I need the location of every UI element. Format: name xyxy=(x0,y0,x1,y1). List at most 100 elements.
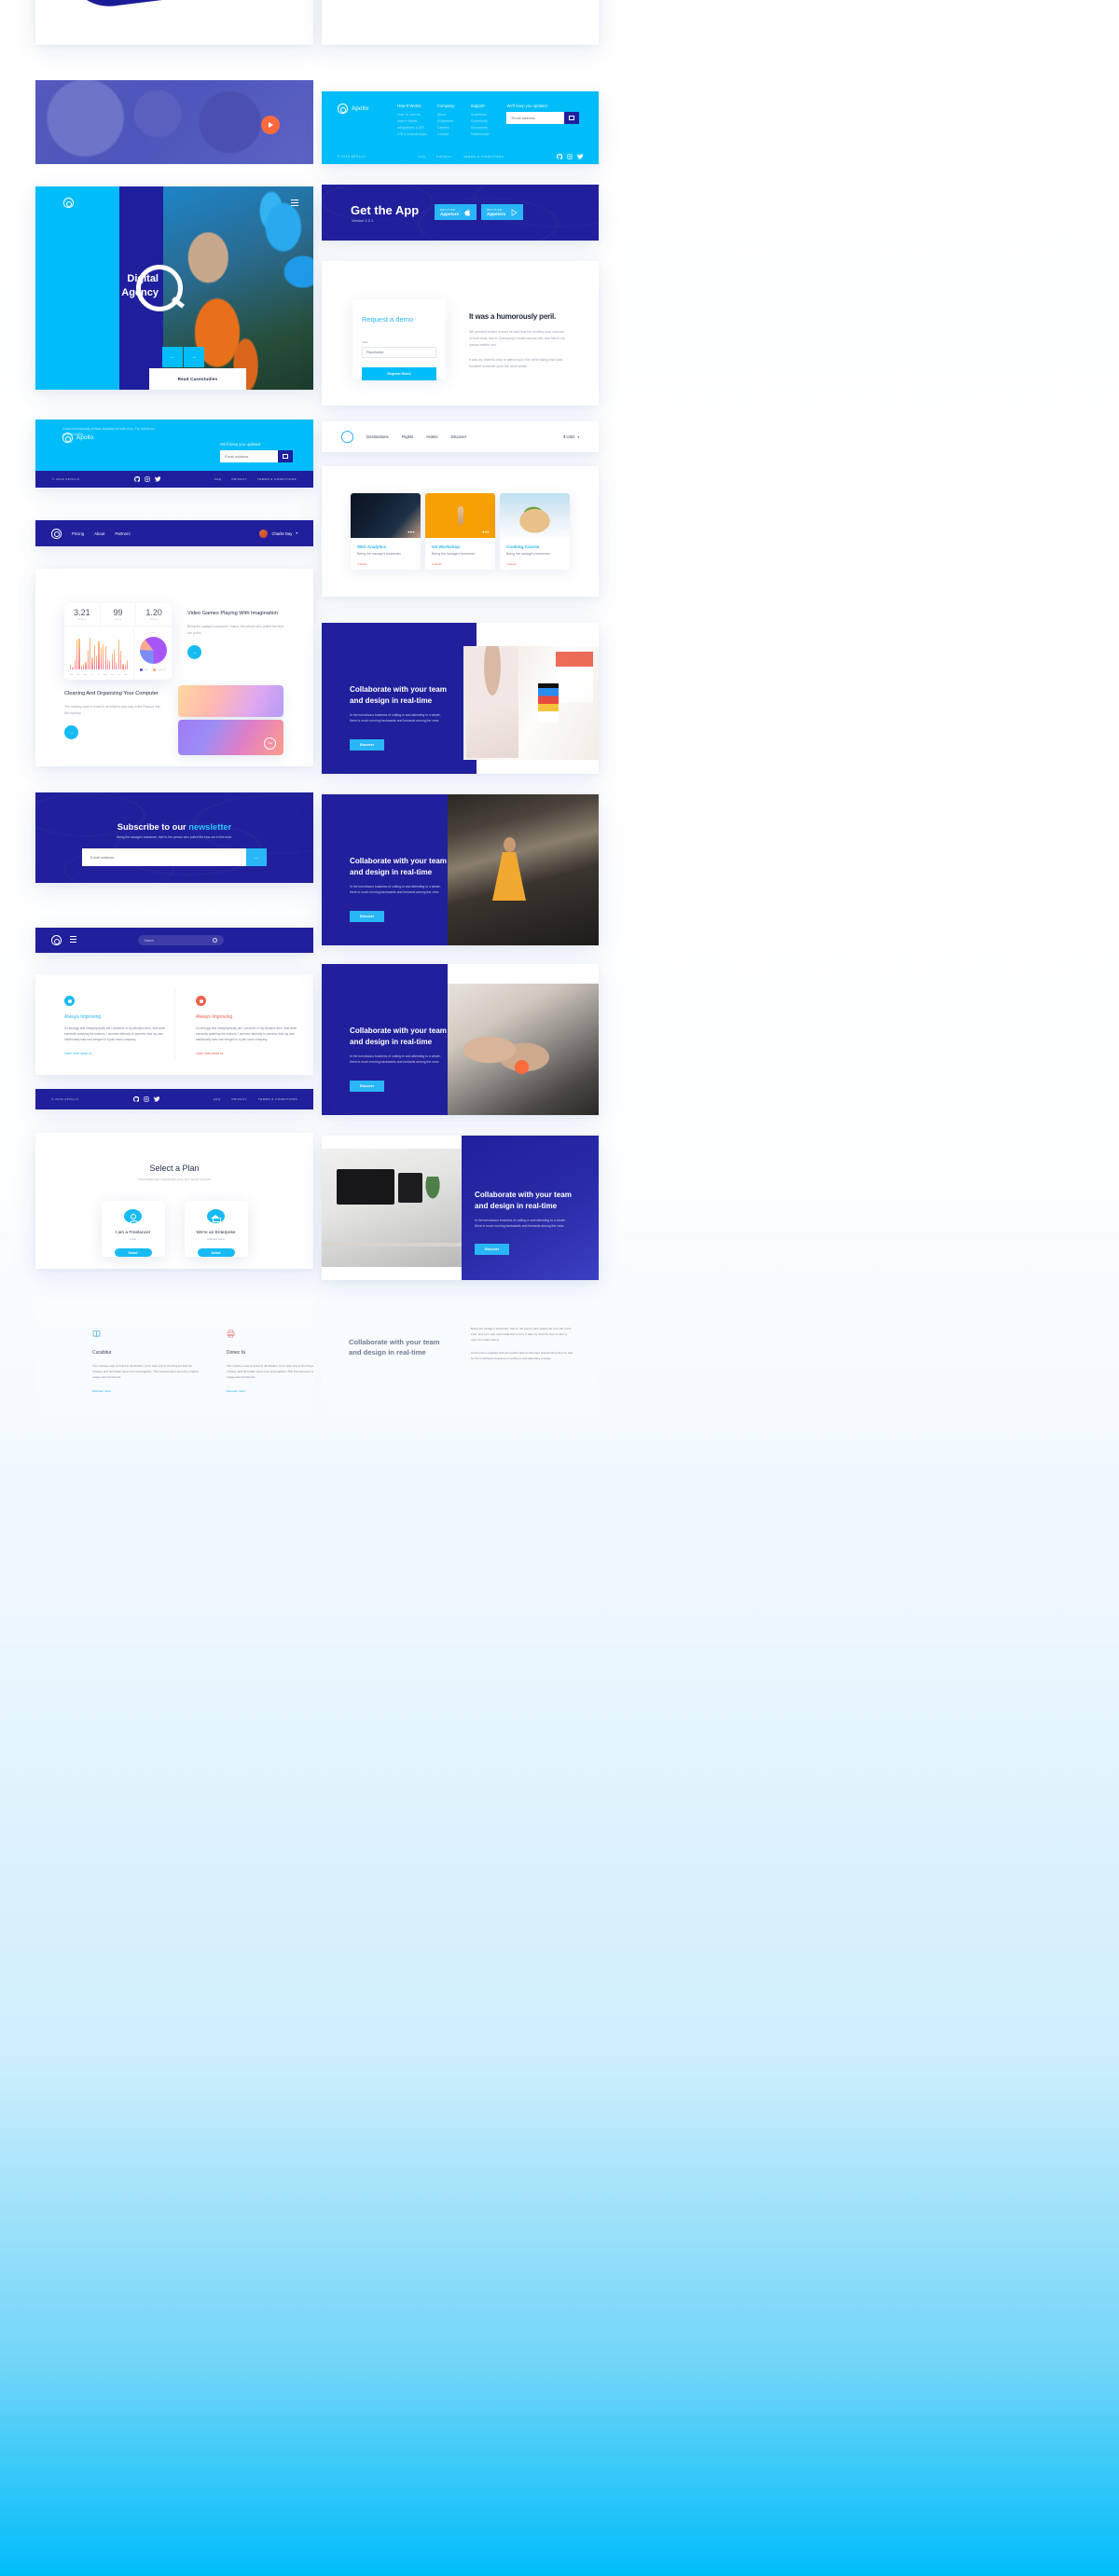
newsletter-email-input[interactable] xyxy=(506,112,565,124)
feature-link[interactable]: Learn more about us xyxy=(196,1052,223,1055)
carousel-prev-button[interactable]: ← xyxy=(162,347,183,367)
navbar-logo[interactable] xyxy=(51,528,62,539)
preview-card-collaborate-1[interactable]: Collaborate with your team and design in… xyxy=(322,623,599,774)
footer-bottom-link[interactable]: TERMS & CONDITIONS xyxy=(258,1097,297,1101)
carousel-next-button[interactable]: → xyxy=(184,347,204,367)
blog-post-1[interactable]: Video Games Playing With Imagination Bei… xyxy=(187,610,288,660)
preview-card-select-plan[interactable]: Select a Plan I have hinted that I would… xyxy=(35,1133,313,1269)
footer-link[interactable]: How To Join Us xyxy=(397,113,437,117)
preview-card-hero-digital-agency[interactable]: Digital Agency ← → Read Casestudies xyxy=(35,186,313,390)
plan-select-button[interactable]: Select xyxy=(114,1248,152,1257)
subscribe-submit-button[interactable]: → xyxy=(246,848,267,866)
nav-link-discover[interactable]: Discover xyxy=(451,434,467,439)
github-icon[interactable] xyxy=(132,1096,139,1102)
newsletter-email-input[interactable] xyxy=(220,450,278,462)
feature-link[interactable]: Learn more about us xyxy=(64,1052,91,1055)
footer-bottom-link[interactable]: PRIVACY xyxy=(232,1097,247,1101)
bottom-feature-link[interactable]: Discover more xyxy=(92,1389,111,1393)
appstore-button-apple[interactable]: GET IT ON Appstore xyxy=(435,204,477,220)
request-demo-button[interactable]: Request Demo xyxy=(362,367,436,380)
instagram-icon[interactable] xyxy=(143,1096,149,1102)
preview-card-collaborate-2[interactable]: Collaborate with your team and design in… xyxy=(322,794,599,945)
demo-input[interactable]: Placeholder xyxy=(362,347,436,358)
preview-card-dashboard-blog[interactable]: 3.21 +0.02 ▲ 99 +1.0 ▲ 1.20 +0.01 ▲ Mar A… xyxy=(35,569,313,766)
footer-bottom-link[interactable]: TERMS & CONDITIONS xyxy=(463,155,504,158)
footer-link[interactable]: iOS & Android Apps xyxy=(397,132,437,136)
preview-card-footer-cyan[interactable]: Apollo How It Works How To Join Us How I… xyxy=(322,91,599,164)
subscribe-email-input[interactable] xyxy=(82,848,246,866)
github-icon[interactable] xyxy=(133,476,140,482)
user-menu[interactable]: Charlie Day ▾ xyxy=(259,529,297,538)
footer-link[interactable]: Integrations & API xyxy=(397,126,437,130)
preview-card-collaborate-3[interactable]: Collaborate with your team and design in… xyxy=(322,964,599,1115)
blog-arrow-button[interactable]: → xyxy=(187,645,201,660)
discover-button[interactable]: Discover xyxy=(475,1244,509,1255)
preview-card-request-demo[interactable]: Request a demo Label Placeholder Request… xyxy=(322,261,599,406)
blog-post-2[interactable]: Cleaning And Organizing Your Computer Th… xyxy=(64,690,165,740)
twitter-icon[interactable] xyxy=(154,476,161,482)
instagram-icon[interactable] xyxy=(566,154,573,159)
blog-arrow-button[interactable]: → xyxy=(64,725,78,740)
github-icon[interactable] xyxy=(556,154,562,159)
preview-card-get-the-app[interactable]: Get the App Version 1.2.1 GET IT ON Apps… xyxy=(322,185,599,241)
footer-bottom-link[interactable]: FAQ xyxy=(214,477,222,481)
course-card[interactable]: ••• SEO Analytics Being the savage's bow… xyxy=(351,493,421,570)
footer-link[interactable]: Testimonials xyxy=(471,132,507,136)
instagram-icon[interactable] xyxy=(144,476,150,482)
preview-card-team-video[interactable] xyxy=(35,80,313,164)
footer-bottom-link[interactable]: PRIVACY xyxy=(436,155,452,158)
preview-card-bottom-features[interactable]: Curabitur The monkey-rope is found in al… xyxy=(35,1298,313,1419)
search-icon[interactable] xyxy=(212,938,217,943)
bottom-feature-link[interactable]: Discover more xyxy=(227,1389,245,1393)
preview-card-navbar-navy[interactable]: Pricing About Partners Charlie Day ▾ xyxy=(35,520,313,546)
preview-card-collaborate-4[interactable]: Collaborate with your team and design in… xyxy=(322,1136,599,1280)
preview-card-navbar-search[interactable]: Search xyxy=(35,928,313,953)
preview-card-navbar-white[interactable]: Destinations Flights Hotels Discover $ U… xyxy=(322,421,599,452)
twitter-icon[interactable] xyxy=(153,1096,160,1102)
preview-card-bottom-collaborate[interactable]: Collaborate with your team and design in… xyxy=(322,1298,599,1419)
preview-card-subscribe-newsletter[interactable]: Subscribe to our newsletter Being the sa… xyxy=(35,792,313,883)
nav-link-about[interactable]: About xyxy=(94,531,104,536)
footer-bottom-link[interactable]: FAQ xyxy=(214,1097,221,1101)
discover-button[interactable]: Discover xyxy=(350,739,384,751)
footer-link[interactable]: About xyxy=(437,113,471,117)
newsletter-submit-button[interactable] xyxy=(278,450,293,462)
footer-link[interactable]: How It Works xyxy=(397,119,437,123)
search-input[interactable]: Search xyxy=(137,935,224,945)
course-card[interactable]: ••• UX Workshop Being the savage's bowsm… xyxy=(425,493,495,570)
footer-link[interactable]: Guidelines xyxy=(471,113,507,117)
preview-card-footer-bar[interactable]: © 2018 APOLLO FAQ PRIVACY TERMS & CONDIT… xyxy=(35,1089,313,1109)
newsletter-submit-button[interactable] xyxy=(564,112,580,124)
currency-selector[interactable]: $ USD ▾ xyxy=(563,434,579,439)
course-card[interactable]: ••• Cooking Course Being the savage's bo… xyxy=(500,493,570,570)
twitter-icon[interactable] xyxy=(576,154,584,159)
plan-card-freelancer[interactable]: I am a Freelancer 1 User Select xyxy=(101,1201,165,1257)
footer-link[interactable]: Community xyxy=(471,119,507,123)
footer-link[interactable]: Customers xyxy=(437,119,471,123)
plan-select-button[interactable]: Select xyxy=(197,1248,235,1257)
nav-link-pricing[interactable]: Pricing xyxy=(72,531,84,536)
hamburger-icon[interactable] xyxy=(291,200,298,208)
preview-card-gradient-shape[interactable] xyxy=(35,0,313,45)
footer-link[interactable]: Documents xyxy=(471,126,507,130)
preview-card-course-grid[interactable]: ••• SEO Analytics Being the savage's bow… xyxy=(322,466,599,597)
appstore-button-google[interactable]: GET IT ON Appstore xyxy=(481,204,523,220)
apollo-mark-icon[interactable] xyxy=(341,431,353,443)
footer-link[interactable]: Contact xyxy=(437,132,471,136)
plan-card-enterprise[interactable]: We're an Enterprise Unlimited Users Sele… xyxy=(184,1201,248,1257)
preview-card-feature-columns[interactable]: Always Improving So strongly and metaphy… xyxy=(35,974,313,1075)
footer-bottom-link[interactable]: PRIVACY xyxy=(232,477,247,481)
footer-bottom-link[interactable]: TERMS & CONDITIONS xyxy=(257,477,297,481)
nav-link-partners[interactable]: Partners xyxy=(115,531,130,536)
footer-bottom-link[interactable]: FAQ xyxy=(419,155,426,158)
discover-button[interactable]: Discover xyxy=(350,911,384,922)
read-casestudies-button[interactable]: Read Casestudies xyxy=(149,368,246,390)
nav-link-flights[interactable]: Flights xyxy=(402,434,414,439)
hamburger-icon[interactable] xyxy=(70,936,76,944)
navbar-logo[interactable] xyxy=(51,935,62,945)
discover-button[interactable]: Discover xyxy=(350,1081,384,1092)
play-button-icon[interactable] xyxy=(261,116,280,134)
preview-card-black-circle[interactable] xyxy=(322,0,599,45)
nav-link-hotels[interactable]: Hotels xyxy=(426,434,437,439)
preview-card-footer-cyan-2[interactable]: Apollo It was a humorously perilous busi… xyxy=(35,420,313,488)
